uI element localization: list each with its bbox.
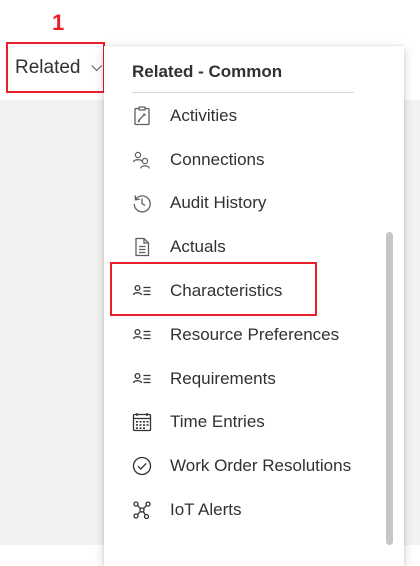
menu-item-label: Characteristics <box>170 281 283 301</box>
menu-item-time-entries[interactable]: Time Entries <box>104 401 384 445</box>
menu-item-label: Work Order Resolutions <box>170 456 352 476</box>
menu-item-label: Requirements <box>170 368 276 388</box>
menu-item-label: IoT Alerts <box>170 500 242 520</box>
iot-network-icon <box>130 498 154 522</box>
menu-item-iot-alerts[interactable]: IoT Alerts <box>104 488 384 532</box>
menu-item-label: Activities <box>170 105 238 125</box>
check-circle-icon <box>130 454 154 478</box>
menu-item-audit-history[interactable]: Audit History <box>104 182 384 226</box>
menu-item-label: Actuals <box>170 237 226 257</box>
menu-item-label: Audit History <box>170 193 267 213</box>
menu-item-resource-preferences[interactable]: Resource Preferences <box>104 313 384 357</box>
menu-divider <box>132 92 354 93</box>
related-tab-label: Related <box>15 56 81 78</box>
person-list-icon <box>130 279 154 303</box>
menu-item-requirements[interactable]: Requirements <box>104 357 384 401</box>
person-list-icon <box>130 367 154 391</box>
menu-item-label: Time Entries <box>170 412 265 432</box>
calendar-icon <box>130 410 154 434</box>
menu-scrollbar[interactable] <box>386 232 393 545</box>
menu-item-label: Connections <box>170 149 265 169</box>
menu-item-work-order-resolutions[interactable]: Work Order Resolutions <box>104 444 384 488</box>
person-list-icon <box>130 323 154 347</box>
annotation-step-1: 1 <box>52 10 65 35</box>
document-icon <box>130 235 154 259</box>
clipboard-icon <box>130 104 154 128</box>
chevron-down-icon <box>90 64 102 71</box>
menu-item-actuals[interactable]: Actuals <box>104 225 384 269</box>
menu-list: Activities Connections Audit History Act… <box>104 94 384 532</box>
related-flyout-menu: Related - Common Activities Connections … <box>104 46 404 566</box>
menu-item-activities[interactable]: Activities <box>104 94 384 138</box>
people-icon <box>130 148 154 172</box>
menu-section-header: Related - Common <box>132 62 283 81</box>
menu-item-characteristics[interactable]: Characteristics <box>104 269 384 313</box>
menu-item-label: Resource Preferences <box>170 324 340 344</box>
menu-item-connections[interactable]: Connections <box>104 138 384 182</box>
history-icon <box>130 191 154 215</box>
related-tab[interactable]: Related <box>6 42 105 93</box>
